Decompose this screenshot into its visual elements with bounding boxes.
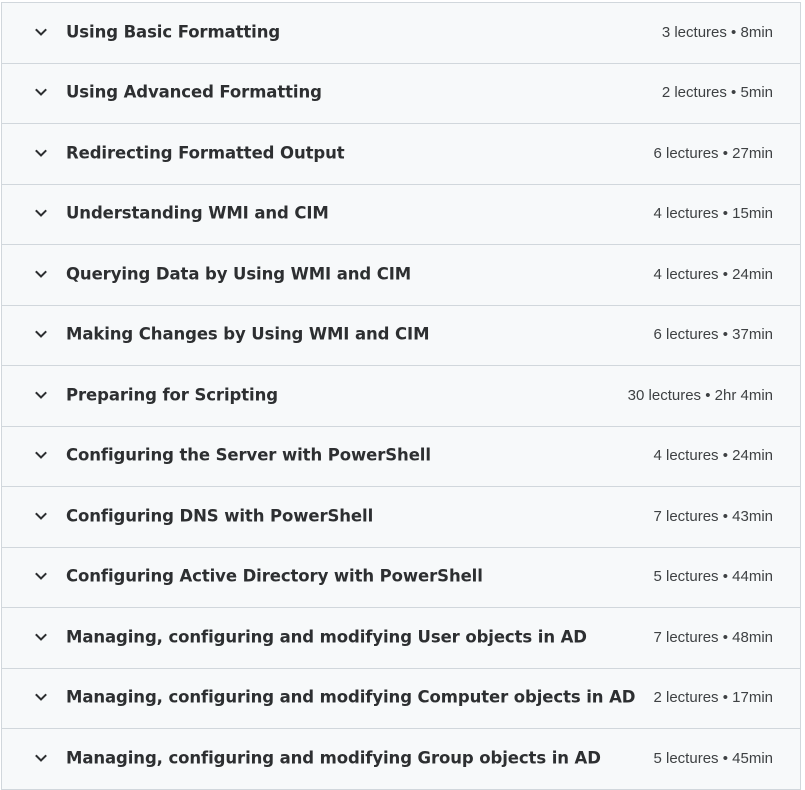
curriculum-section-toggle[interactable]: Making Changes by Using WMI and CIM 6 lec… — [2, 305, 800, 366]
lecture-count: 6 lectures — [653, 326, 719, 344]
section-title: Using Advanced Formatting — [66, 82, 322, 102]
curriculum-section-toggle[interactable]: Configuring DNS with PowerShell 7 lecture… — [2, 487, 800, 548]
chevron-down-icon — [34, 692, 48, 702]
section-duration: 44min — [732, 568, 773, 586]
meta-separator: • — [718, 447, 733, 465]
curriculum-section-toggle[interactable]: Configuring the Server with PowerShell 4 … — [2, 426, 800, 487]
meta-separator: • — [718, 568, 733, 586]
meta-separator: • — [718, 144, 733, 162]
lecture-count: 30 lectures — [627, 386, 702, 404]
lecture-count: 4 lectures — [653, 265, 719, 283]
section-meta: 2 lectures • 17min — [654, 689, 774, 706]
chevron-down-icon — [34, 329, 48, 339]
curriculum-section-toggle[interactable]: Using Advanced Formatting 2 lectures • 5m… — [2, 63, 800, 124]
section-meta: 4 lectures • 15min — [654, 205, 774, 222]
section-meta: 5 lectures • 44min — [654, 568, 774, 585]
meta-separator: • — [726, 23, 741, 41]
curriculum-section-toggle[interactable]: Managing, configuring and modifying Grou… — [2, 729, 800, 790]
section-title: Querying Data by Using WMI and CIM — [66, 264, 412, 284]
section-meta: 3 lectures • 8min — [662, 24, 773, 41]
lecture-count: 2 lectures — [661, 84, 727, 102]
section-duration: 17min — [732, 689, 773, 707]
section-meta: 30 lectures • 2hr 4min — [628, 387, 773, 404]
course-curriculum-list: Using Basic Formatting 3 lectures • 8min U… — [1, 2, 801, 790]
chevron-down-icon — [34, 208, 48, 218]
section-title: Configuring the Server with PowerShell — [66, 445, 431, 465]
section-duration: 8min — [740, 23, 773, 41]
lecture-count: 4 lectures — [653, 205, 719, 223]
meta-separator: • — [718, 507, 733, 525]
meta-separator: • — [718, 689, 733, 707]
section-title: Managing, configuring and modifying Grou… — [66, 748, 601, 768]
chevron-down-icon — [34, 87, 48, 97]
section-duration: 45min — [732, 749, 773, 767]
chevron-down-icon — [34, 753, 48, 763]
section-title: Configuring DNS with PowerShell — [66, 506, 374, 526]
section-meta: 2 lectures • 5min — [662, 84, 773, 101]
lecture-count: 3 lectures — [661, 23, 727, 41]
chevron-down-icon — [34, 27, 48, 37]
chevron-down-icon — [34, 632, 48, 642]
meta-separator: • — [701, 386, 715, 404]
section-duration: 24min — [732, 447, 773, 465]
section-meta: 4 lectures • 24min — [654, 266, 774, 283]
section-duration: 2hr 4min — [714, 386, 773, 404]
section-duration: 5min — [740, 84, 773, 102]
section-meta: 5 lectures • 45min — [654, 750, 774, 767]
chevron-down-icon — [34, 571, 48, 581]
section-meta: 7 lectures • 43min — [654, 508, 774, 525]
meta-separator: • — [718, 205, 733, 223]
section-title: Preparing for Scripting — [66, 385, 278, 405]
lecture-count: 5 lectures — [653, 568, 719, 586]
meta-separator: • — [718, 326, 733, 344]
curriculum-section-toggle[interactable]: Preparing for Scripting 30 lectures • 2hr… — [2, 366, 800, 427]
curriculum-section-toggle[interactable]: Querying Data by Using WMI and CIM 4 lect… — [2, 245, 800, 306]
section-meta: 4 lectures • 24min — [654, 447, 774, 464]
curriculum-section-toggle[interactable]: Managing, configuring and modifying User… — [2, 608, 800, 669]
chevron-down-icon — [34, 390, 48, 400]
section-duration: 24min — [732, 265, 773, 283]
section-title: Redirecting Formatted Output — [66, 143, 345, 163]
section-title: Making Changes by Using WMI and CIM — [66, 324, 430, 344]
meta-separator: • — [718, 628, 733, 646]
lecture-count: 5 lectures — [653, 749, 719, 767]
chevron-down-icon — [34, 148, 48, 158]
section-duration: 48min — [732, 628, 773, 646]
curriculum-section-toggle[interactable]: Redirecting Formatted Output 6 lectures •… — [2, 124, 800, 185]
section-duration: 27min — [732, 144, 773, 162]
curriculum-section-toggle[interactable]: Understanding WMI and CIM 4 lectures • 15… — [2, 184, 800, 245]
lecture-count: 7 lectures — [653, 507, 719, 525]
chevron-down-icon — [34, 269, 48, 279]
chevron-down-icon — [34, 450, 48, 460]
section-duration: 15min — [732, 205, 773, 223]
curriculum-section-toggle[interactable]: Using Basic Formatting 3 lectures • 8min — [2, 3, 800, 64]
section-title: Managing, configuring and modifying User… — [66, 627, 587, 647]
lecture-count: 7 lectures — [653, 628, 719, 646]
curriculum-section-toggle[interactable]: Configuring Active Directory with PowerS… — [2, 547, 800, 608]
chevron-down-icon — [34, 511, 48, 521]
lecture-count: 4 lectures — [653, 447, 719, 465]
meta-separator: • — [718, 265, 733, 283]
section-title: Understanding WMI and CIM — [66, 203, 329, 223]
lecture-count: 2 lectures — [653, 689, 719, 707]
meta-separator: • — [718, 749, 733, 767]
section-meta: 6 lectures • 27min — [654, 145, 774, 162]
section-meta: 6 lectures • 37min — [654, 326, 774, 343]
meta-separator: • — [726, 84, 741, 102]
section-title: Configuring Active Directory with PowerS… — [66, 566, 483, 586]
section-duration: 37min — [732, 326, 773, 344]
section-title: Using Basic Formatting — [66, 22, 281, 42]
section-title: Managing, configuring and modifying Comp… — [66, 687, 636, 707]
curriculum-section-toggle[interactable]: Managing, configuring and modifying Comp… — [2, 668, 800, 729]
section-duration: 43min — [732, 507, 773, 525]
section-meta: 7 lectures • 48min — [654, 629, 774, 646]
lecture-count: 6 lectures — [653, 144, 719, 162]
